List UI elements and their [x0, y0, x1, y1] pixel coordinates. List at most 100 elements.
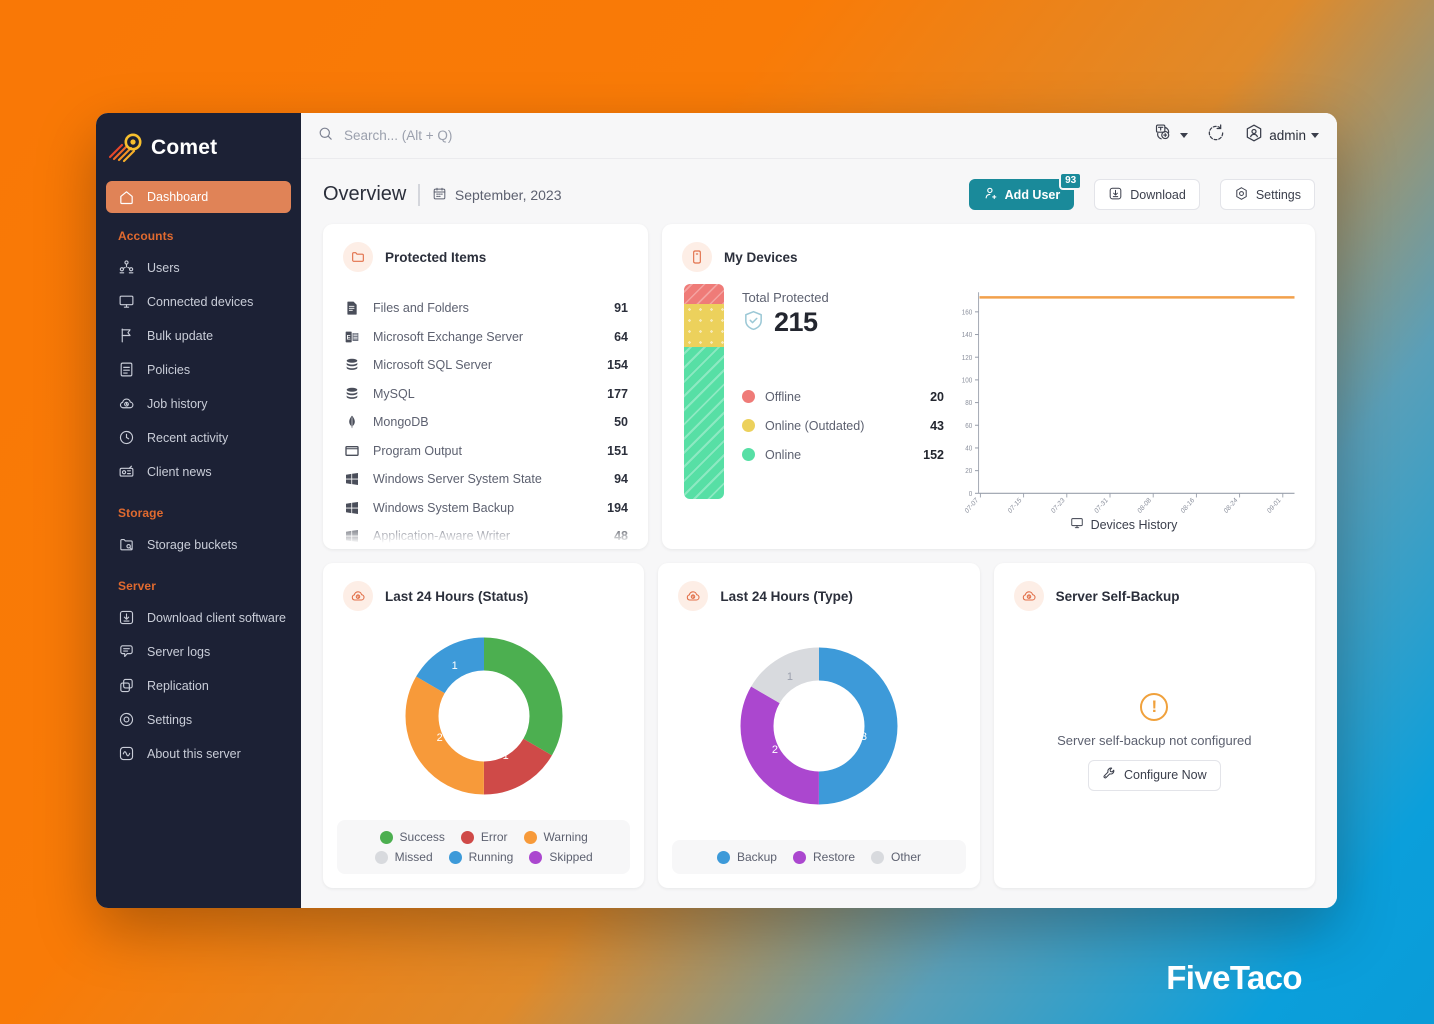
- status-legend: Success Error Warning Missed Running Ski…: [337, 820, 631, 874]
- sidebar-item-job-history[interactable]: Job history: [106, 387, 291, 420]
- sidebar-item-dashboard[interactable]: Dashboard: [106, 181, 291, 213]
- status-dot: [871, 850, 885, 864]
- last24-status-card: Last 24 Hours (Status) 2 1 2 1 Success E…: [323, 563, 645, 888]
- brand-name: Comet: [151, 136, 218, 159]
- download-button[interactable]: Download: [1094, 179, 1200, 210]
- legend-value: 20: [930, 389, 944, 404]
- sidebar-item-label: Storage buckets: [147, 537, 238, 552]
- list-item[interactable]: MongoDB 50: [343, 408, 628, 437]
- legend-label: Other: [891, 850, 922, 864]
- list-item[interactable]: MySQL 177: [343, 380, 628, 409]
- svg-text:08-16: 08-16: [1180, 497, 1196, 515]
- sidebar-item-users[interactable]: Users: [106, 251, 291, 284]
- svg-text:120: 120: [962, 354, 973, 361]
- settings-button[interactable]: Settings: [1219, 179, 1315, 210]
- watermark: FiveTaco: [1166, 959, 1302, 996]
- sidebar-item-policies[interactable]: Policies: [106, 353, 291, 386]
- window-icon: [343, 443, 361, 459]
- settings-icon: [1234, 186, 1249, 204]
- list-item[interactable]: Microsoft SQL Server 154: [343, 351, 628, 380]
- refresh-button[interactable]: [1206, 123, 1226, 148]
- chart-caption: Devices History: [948, 516, 1299, 539]
- status-donut: 2 1 2 1: [405, 637, 563, 795]
- add-user-button[interactable]: Add User 93: [968, 172, 1083, 210]
- sidebar-item-settings[interactable]: Settings: [106, 703, 291, 736]
- slice-label-warning: 2: [436, 731, 443, 744]
- svg-text:140: 140: [962, 332, 973, 339]
- svg-text:60: 60: [965, 423, 972, 430]
- sidebar-group-accounts: Accounts: [118, 229, 174, 243]
- sidebar-item-label: Recent activity: [147, 430, 229, 445]
- item-label: Windows System Backup: [373, 500, 515, 515]
- legend-label: Skipped: [549, 850, 593, 864]
- add-user-icon: [983, 186, 998, 204]
- legend-item-online: Online 152: [742, 440, 944, 469]
- sidebar-item-client-news[interactable]: Client news: [106, 455, 291, 488]
- sidebar-item-label: Users: [147, 260, 180, 275]
- language-switch-icon: [1153, 123, 1175, 148]
- status-dot: [379, 830, 393, 844]
- status-dot: [742, 448, 755, 461]
- search-input[interactable]: [344, 128, 664, 143]
- windows-icon: [343, 500, 361, 516]
- type-donut: 3 2 1: [740, 647, 898, 805]
- svg-text:07-15: 07-15: [1007, 497, 1023, 515]
- card-header: My Devices: [662, 224, 1315, 272]
- user-name-label: admin: [1269, 128, 1306, 143]
- card-header: Last 24 Hours (Status): [323, 563, 644, 611]
- copy-icon: [118, 677, 135, 694]
- devices-history-chart: 160 140 120 100 80 60 40 20 0 07-07 07-1…: [944, 284, 1299, 539]
- page-title: Overview: [323, 183, 407, 205]
- legend-label: Online (Outdated): [765, 418, 865, 433]
- sidebar-item-label: Client news: [147, 464, 212, 479]
- sidebar-item-server-logs[interactable]: Server logs: [106, 635, 291, 668]
- sidebar-item-replication[interactable]: Replication: [106, 669, 291, 702]
- list-fade-overlay: [323, 523, 648, 549]
- bucket-icon: [118, 536, 135, 553]
- wrench-icon: [1102, 766, 1117, 784]
- legend-item-offline: Offline 20: [742, 382, 944, 411]
- user-menu-button[interactable]: admin: [1244, 123, 1319, 148]
- list-item[interactable]: Windows Server System State 94: [343, 465, 628, 494]
- item-value: 177: [607, 386, 628, 401]
- legend-item-warning: Warning: [523, 830, 588, 844]
- list-item[interactable]: Program Output 151: [343, 437, 628, 466]
- slice-label-restore: 2: [771, 743, 779, 756]
- svg-text:09-01: 09-01: [1266, 497, 1282, 515]
- list-item[interactable]: Files and Folders 91: [343, 294, 628, 323]
- sidebar-item-recent-activity[interactable]: Recent activity: [106, 421, 291, 454]
- devices-summary: Total Protected 215 Offline 20 Online (O…: [684, 284, 944, 539]
- sidebar-item-storage-buckets[interactable]: Storage buckets: [106, 528, 291, 561]
- sidebar-item-bulk-update[interactable]: Bulk update: [106, 319, 291, 352]
- legend-item-online-outdated: Online (Outdated) 43: [742, 411, 944, 440]
- server-self-backup-card: Server Self-Backup ! Server self-backup …: [993, 563, 1315, 888]
- card-title: Last 24 Hours (Type): [720, 588, 853, 604]
- document-icon: [118, 361, 135, 378]
- cloud-clock-icon: [1013, 581, 1044, 611]
- sidebar-item-label: About this server: [147, 746, 241, 761]
- devices-history-svg: 160 140 120 100 80 60 40 20 0 07-07 07-1…: [962, 292, 1295, 515]
- language-switch-button[interactable]: [1153, 123, 1189, 148]
- chart-plot-area: 160 140 120 100 80 60 40 20 0 07-07 07-1…: [948, 284, 1299, 516]
- list-item[interactable]: Windows System Backup 194: [343, 494, 628, 523]
- sidebar-item-about-this-server[interactable]: About this server: [106, 737, 291, 770]
- home-icon: [118, 189, 135, 206]
- legend-item-skipped: Skipped: [529, 850, 593, 864]
- list-item[interactable]: E Microsoft Exchange Server 64: [343, 323, 628, 352]
- sidebar-group-storage-list: Storage buckets: [96, 528, 301, 561]
- sidebar-group-accounts-list: Users Connected devices Bulk update Poli…: [96, 251, 301, 488]
- sidebar-item-download-client-software[interactable]: Download client software: [106, 601, 291, 634]
- sidebar-item-connected-devices[interactable]: Connected devices: [106, 285, 291, 318]
- configure-now-button[interactable]: Configure Now: [1087, 759, 1221, 791]
- sidebar-group-server-list: Download client software Server logs Rep…: [96, 601, 301, 770]
- item-label: MySQL: [373, 386, 415, 401]
- card-header: Last 24 Hours (Type): [658, 563, 979, 611]
- search-wrap[interactable]: [317, 125, 1143, 147]
- legend-value: 43: [930, 418, 944, 433]
- sidebar-group-server: Server: [118, 579, 156, 593]
- calendar-icon: [432, 186, 447, 204]
- svg-text:07-07: 07-07: [964, 497, 980, 515]
- legend-label: Running: [468, 850, 514, 864]
- item-label: Files and Folders: [373, 301, 469, 316]
- card-title: Server Self-Backup: [1055, 588, 1180, 604]
